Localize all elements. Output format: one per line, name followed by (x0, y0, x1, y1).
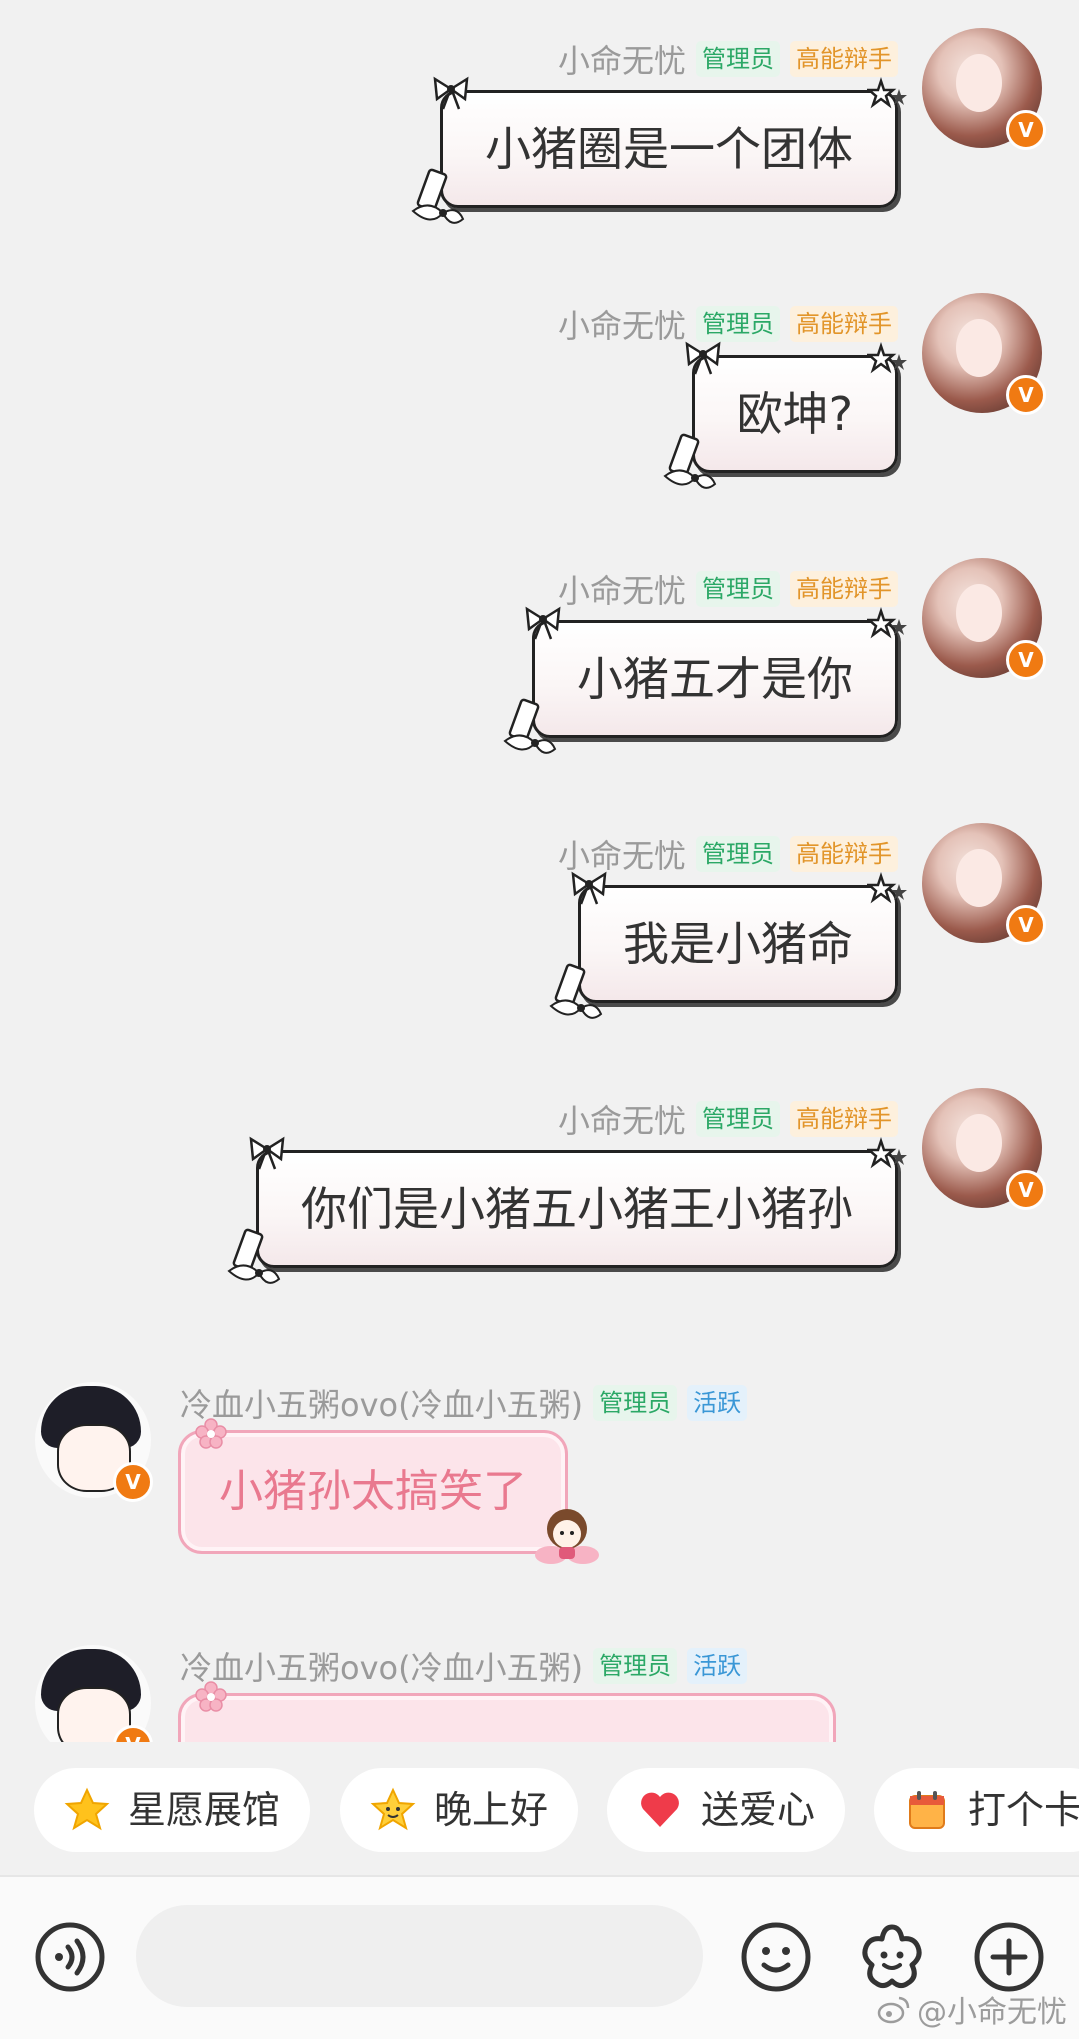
quick-reply-bar[interactable]: 星愿展馆 晚上好 送爱心 打个卡 (0, 1742, 1079, 1866)
message-text: 小猪圈是一个团体 (485, 122, 853, 176)
chat-area[interactable]: 小命无忧 管理员 高能辩手 小猪圈是一个团体 V 小命无忧 管理员 高能辩手 欧… (0, 0, 1079, 1742)
sender-name[interactable]: 冷血小五粥ovo(冷血小五粥) (180, 1380, 583, 1426)
bow-icon (249, 1136, 285, 1170)
stars-icon (867, 342, 907, 374)
verified-badge-icon: V (1006, 905, 1046, 945)
quick-reply-chip[interactable]: 晚上好 (340, 1768, 579, 1852)
title-tag: 高能辩手 (790, 571, 898, 607)
message-text: 你们是小猪五小猪王小猪孙 (301, 1182, 853, 1236)
active-tag: 活跃 (687, 1648, 748, 1684)
title-tag: 高能辩手 (790, 41, 898, 77)
sender-name[interactable]: 冷血小五粥ovo(冷血小五粥) (180, 1643, 583, 1689)
chat-message-received: V 冷血小五粥ovo(冷血小五粥) 管理员 活跃 小猪孙太搞笑了 (0, 1370, 1079, 1630)
avatar[interactable]: V (922, 28, 1046, 150)
message-text: 我是小猪命 (623, 917, 853, 971)
sender-name[interactable]: 小命无忧 (558, 566, 686, 612)
title-tag: 高能辩手 (790, 1101, 898, 1137)
verified-badge-icon: V (1006, 640, 1046, 680)
chip-label: 送爱心 (701, 1788, 816, 1832)
message-meta: 冷血小五粥ovo(冷血小五粥) 管理员 活跃 (180, 1643, 748, 1689)
emoji-icon[interactable] (740, 1921, 812, 1993)
ribbon-decoration-icon (227, 1228, 281, 1284)
chat-message-sent: 小命无忧 管理员 高能辩手 小猪五才是你 V (0, 558, 1079, 798)
bow-icon (433, 76, 469, 110)
verified-badge-icon: V (1006, 1170, 1046, 1210)
watermark: @小命无忧 (877, 1987, 1067, 2031)
avatar[interactable]: V (922, 293, 1046, 415)
message-bubble[interactable]: 小猪圈是一个团体 (411, 76, 907, 224)
admin-tag: 管理员 (696, 1101, 780, 1137)
verified-badge-icon: V (1006, 375, 1046, 415)
message-meta: 小命无忧 管理员 高能辩手 (558, 1096, 898, 1142)
chibi-decoration-icon (535, 1509, 599, 1564)
stars-icon (867, 872, 907, 904)
stars-icon (867, 607, 907, 639)
admin-tag: 管理员 (593, 1385, 678, 1421)
ribbon-decoration-icon (411, 168, 465, 224)
message-bubble[interactable]: 小猪五才是你 (503, 606, 907, 754)
message-text: 小猪孙太搞笑了 (219, 1466, 527, 1517)
ribbon-decoration-icon (503, 698, 557, 754)
chip-label: 晚上好 (434, 1788, 549, 1832)
avatar[interactable]: V (922, 558, 1046, 680)
message-meta: 小命无忧 管理员 高能辩手 (558, 301, 898, 347)
weibo-logo-icon (877, 1996, 910, 2024)
flower-icon (195, 1681, 227, 1712)
message-bubble[interactable]: 欧坤? (662, 341, 907, 489)
admin-tag: 管理员 (593, 1648, 678, 1684)
chat-message-sent: 小命无忧 管理员 高能辩手 小猪圈是一个团体 V (0, 28, 1079, 268)
stars-icon (867, 77, 907, 109)
quick-reply-chip[interactable]: 打个卡 (874, 1768, 1079, 1852)
bow-icon (685, 341, 721, 375)
avatar[interactable]: V (922, 823, 1046, 945)
bow-icon (525, 606, 561, 640)
admin-tag: 管理员 (696, 836, 780, 872)
chip-label: 星愿展馆 (128, 1788, 281, 1832)
bow-icon (571, 871, 607, 905)
chat-message-received: V 冷血小五粥ovo(冷血小五粥) 管理员 活跃 (0, 1633, 1079, 1742)
ribbon-decoration-icon (549, 963, 603, 1019)
verified-badge-icon: V (113, 1462, 153, 1502)
avatar[interactable]: V (35, 1645, 153, 1742)
chat-message-sent: 小命无忧 管理员 高能辩手 你们是小猪五小猪王小猪孙 V (0, 1088, 1079, 1328)
quick-reply-chip[interactable]: 星愿展馆 (34, 1768, 311, 1852)
admin-tag: 管理员 (696, 41, 780, 77)
avatar[interactable]: V (922, 1088, 1046, 1210)
voice-icon[interactable] (34, 1921, 106, 1993)
message-text: 小猪五才是你 (577, 652, 853, 706)
title-tag: 高能辩手 (790, 836, 898, 872)
sticker-icon[interactable] (856, 1921, 928, 1993)
stars-icon (867, 1137, 907, 1169)
sender-name[interactable]: 小命无忧 (558, 36, 686, 82)
chip-label: 打个卡 (968, 1788, 1079, 1832)
message-bubble[interactable]: 你们是小猪五小猪王小猪孙 (227, 1136, 907, 1284)
chat-message-sent: 小命无忧 管理员 高能辩手 欧坤? V (0, 293, 1079, 533)
verified-badge-icon: V (1006, 110, 1046, 150)
active-tag: 活跃 (687, 1385, 748, 1421)
heart-icon (641, 1792, 679, 1827)
admin-tag: 管理员 (696, 571, 780, 607)
smiling-star-icon (370, 1787, 416, 1831)
sender-name[interactable]: 小命无忧 (558, 301, 686, 347)
message-bubble[interactable] (178, 1681, 836, 1742)
avatar[interactable]: V (35, 1382, 153, 1502)
star-icon (64, 1787, 110, 1831)
message-bubble[interactable]: 小猪孙太搞笑了 (178, 1418, 599, 1564)
input-bar: @小命无忧 (0, 1875, 1079, 2039)
watermark-text: @小命无忧 (917, 1995, 1067, 2030)
message-meta: 冷血小五粥ovo(冷血小五粥) 管理员 活跃 (180, 1380, 748, 1426)
message-meta: 小命无忧 管理员 高能辩手 (558, 36, 898, 82)
chat-message-sent: 小命无忧 管理员 高能辩手 我是小猪命 V (0, 823, 1079, 1063)
calendar-icon (909, 1791, 945, 1829)
sender-name[interactable]: 小命无忧 (558, 1096, 686, 1142)
message-meta: 小命无忧 管理员 高能辩手 (558, 566, 898, 612)
message-text: 欧坤? (736, 387, 853, 441)
title-tag: 高能辩手 (790, 306, 898, 342)
flower-icon (195, 1418, 227, 1449)
plus-icon[interactable] (973, 1921, 1045, 1993)
quick-reply-chip[interactable]: 送爱心 (607, 1768, 846, 1852)
ribbon-decoration-icon (662, 433, 716, 489)
message-bubble[interactable]: 我是小猪命 (549, 871, 907, 1019)
message-input[interactable] (136, 1905, 703, 2007)
